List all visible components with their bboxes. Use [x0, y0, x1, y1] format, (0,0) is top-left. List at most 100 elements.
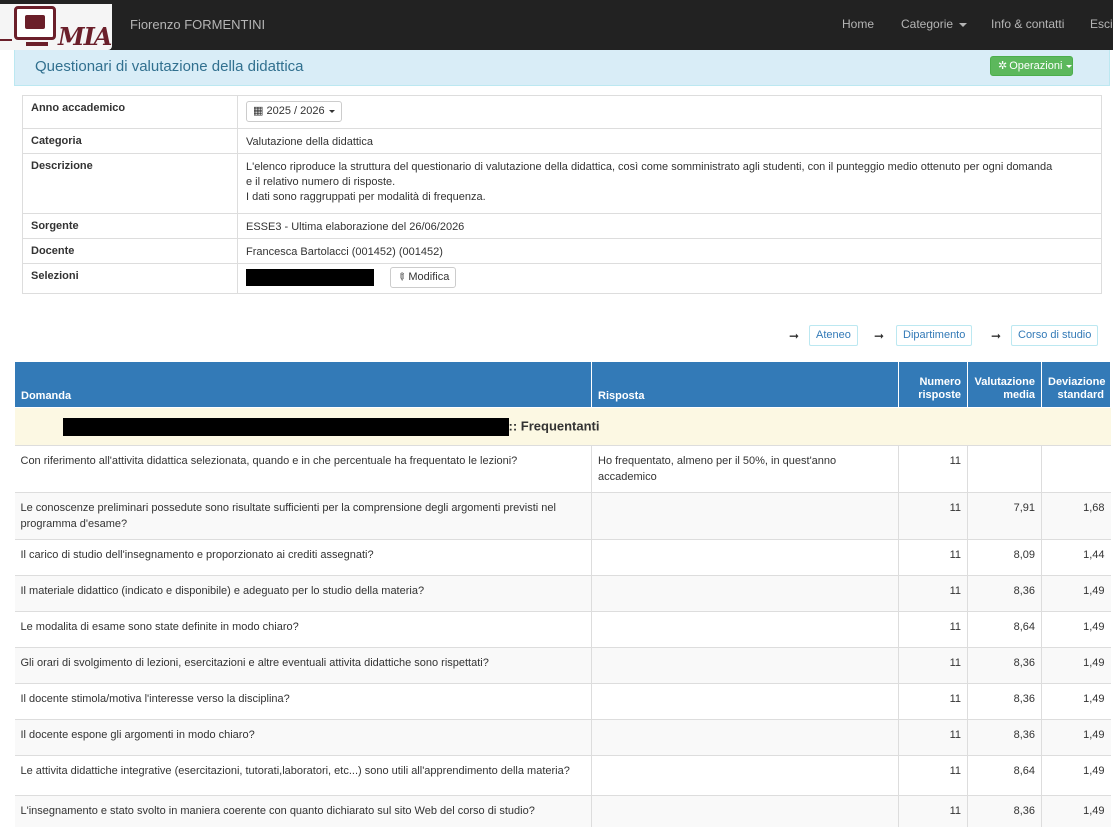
nav-home[interactable]: Home — [842, 17, 874, 31]
header-line: standard — [1057, 389, 1104, 401]
table-row: Con riferimento all'attivita didattica s… — [14, 445, 1111, 493]
info-label: Sorgente — [22, 213, 238, 239]
count-cell: 11 — [898, 795, 968, 827]
table-header-row: Domanda Risposta Numero risposte Valutazi… — [14, 361, 1111, 408]
question-cell: Il materiale didattico (indicato e dispo… — [14, 575, 592, 612]
redacted-course-name — [62, 417, 509, 436]
answer-cell — [591, 492, 899, 540]
column-header-question[interactable]: Domanda — [14, 361, 592, 408]
table-row: L'insegnamento e stato svolto in maniera… — [14, 795, 1111, 827]
count-cell: 11 — [898, 539, 968, 576]
description-line: e il relativo numero di risposte. — [246, 176, 396, 188]
answer-cell: Ho frequentato, almeno per il 50%, in qu… — [591, 445, 899, 493]
nav-exit[interactable]: Esci — [1090, 17, 1113, 31]
filter-department-button[interactable]: Dipartimento — [896, 325, 973, 346]
average-cell: 8,36 — [967, 719, 1042, 756]
academic-year-value: 2025 / 2026 — [266, 105, 325, 117]
answer-cell — [591, 719, 899, 756]
question-cell: Il docente stimola/motiva l'interesse ve… — [14, 683, 592, 720]
description-line: L'elenco riproduce la struttura del ques… — [246, 161, 1053, 173]
chevron-down-icon — [328, 109, 335, 113]
count-cell: 11 — [898, 611, 968, 648]
info-label: Categoria — [22, 128, 238, 154]
table-row: Il docente stimola/motiva l'interesse ve… — [14, 683, 1111, 720]
arrow-right-icon: ➞ — [991, 329, 1002, 343]
question-cell: Le modalita di esame sono state definite… — [14, 611, 592, 648]
header-line: media — [1003, 389, 1035, 401]
average-cell: 8,36 — [967, 795, 1042, 827]
nav-categories[interactable]: Categorie — [901, 17, 968, 31]
questions-table: Domanda Risposta Numero risposte Valutazi… — [14, 361, 1111, 827]
std-dev-cell: 1,49 — [1041, 611, 1111, 648]
nav-info-contacts[interactable]: Info & contatti — [991, 17, 1064, 31]
std-dev-cell: 1,44 — [1041, 539, 1111, 576]
count-cell: 11 — [898, 575, 968, 612]
group-label: :: Frequentanti — [508, 417, 600, 433]
description-line: I dati sono raggruppati per modalità di … — [246, 191, 486, 203]
redacted-selection — [246, 269, 374, 286]
answer-cell — [591, 647, 899, 684]
header-line: risposte — [918, 389, 961, 401]
monitor-stand-icon — [26, 42, 48, 46]
info-value: Valutazione della didattica — [237, 128, 1102, 154]
question-cell: Gli orari di svolgimento di lezioni, ese… — [14, 647, 592, 684]
filter-course-button[interactable]: Corso di studio — [1011, 325, 1099, 346]
info-value: Francesca Bartolacci (001452) (001452) — [237, 238, 1102, 264]
operations-button[interactable]: ✲ Operazioni — [990, 56, 1073, 76]
column-header-average[interactable]: Valutazione media — [967, 361, 1042, 408]
filter-ateneo-button[interactable]: Ateneo — [809, 325, 858, 346]
std-dev-cell: 1,68 — [1041, 492, 1111, 540]
arrow-right-icon: ➞ — [789, 329, 800, 343]
table-row: Il materiale didattico (indicato e dispo… — [14, 575, 1111, 612]
page-title: Questionari di valutazione della didatti… — [35, 58, 304, 75]
std-dev-cell: 1,49 — [1041, 575, 1111, 612]
academic-year-dropdown[interactable]: ▦ 2025 / 2026 — [246, 101, 342, 122]
monitor-graduation-icon — [14, 6, 56, 40]
average-cell: 8,09 — [967, 539, 1042, 576]
info-value: L'elenco riproduce la struttura del ques… — [237, 153, 1102, 214]
operations-label: Operazioni — [1009, 60, 1063, 72]
info-row-year: Anno accademico ▦ 2025 / 2026 — [22, 95, 1102, 129]
question-cell: Il docente espone gli argomenti in modo … — [14, 719, 592, 756]
edit-selection-button[interactable]: ✎Modifica — [390, 267, 457, 288]
column-header-std-dev[interactable]: Deviazione standard — [1041, 361, 1111, 408]
info-row-teacher: Docente Francesca Bartolacci (001452) (0… — [22, 238, 1102, 264]
group-row-attending: :: Frequentanti — [14, 407, 1111, 446]
info-table: Anno accademico ▦ 2025 / 2026 Categoria … — [22, 95, 1102, 294]
table-row: Il docente espone gli argomenti in modo … — [14, 719, 1111, 756]
count-cell: 11 — [898, 445, 968, 493]
arrow-right-icon: ➞ — [874, 329, 885, 343]
table-row: Le modalita di esame sono state definite… — [14, 611, 1111, 648]
table-row: Gli orari di svolgimento di lezioni, ese… — [14, 647, 1111, 684]
column-header-answer[interactable]: Risposta — [591, 361, 899, 408]
info-row-description: Descrizione L'elenco riproduce la strutt… — [22, 153, 1102, 214]
header-line: Deviazione — [1048, 376, 1106, 388]
std-dev-cell: 1,49 — [1041, 719, 1111, 756]
average-cell: 8,36 — [967, 575, 1042, 612]
count-cell: 11 — [898, 647, 968, 684]
chevron-down-icon — [959, 22, 968, 27]
average-cell: 8,64 — [967, 755, 1042, 796]
info-label: Selezioni — [22, 263, 238, 294]
count-cell: 11 — [898, 719, 968, 756]
info-value: ESSE3 - Ultima elaborazione del 26/06/20… — [237, 213, 1102, 239]
question-cell: L'insegnamento e stato svolto in maniera… — [14, 795, 592, 827]
table-row: Il carico di studio dell'insegnamento e … — [14, 539, 1111, 576]
average-cell: 7,91 — [967, 492, 1042, 540]
table-row: Le attivita didattiche integrative (eser… — [14, 755, 1111, 796]
answer-cell — [591, 539, 899, 576]
info-label: Docente — [22, 238, 238, 264]
panel-heading: Questionari di valutazione della didatti… — [14, 50, 1110, 86]
count-cell: 11 — [898, 492, 968, 540]
std-dev-cell: 1,49 — [1041, 755, 1111, 796]
answer-cell — [591, 795, 899, 827]
info-label: Anno accademico — [22, 95, 238, 129]
edit-selection-label: Modifica — [408, 271, 450, 283]
std-dev-cell: 1,49 — [1041, 795, 1111, 827]
table-row: Le conoscenze preliminari possedute sono… — [14, 492, 1111, 540]
question-cell: Le attivita didattiche integrative (eser… — [14, 755, 592, 796]
nav-categories-label: Categorie — [901, 17, 954, 31]
info-value: ✎Modifica — [237, 263, 1102, 294]
app-logo[interactable]: MIA — [0, 4, 112, 51]
column-header-count[interactable]: Numero risposte — [898, 361, 968, 408]
